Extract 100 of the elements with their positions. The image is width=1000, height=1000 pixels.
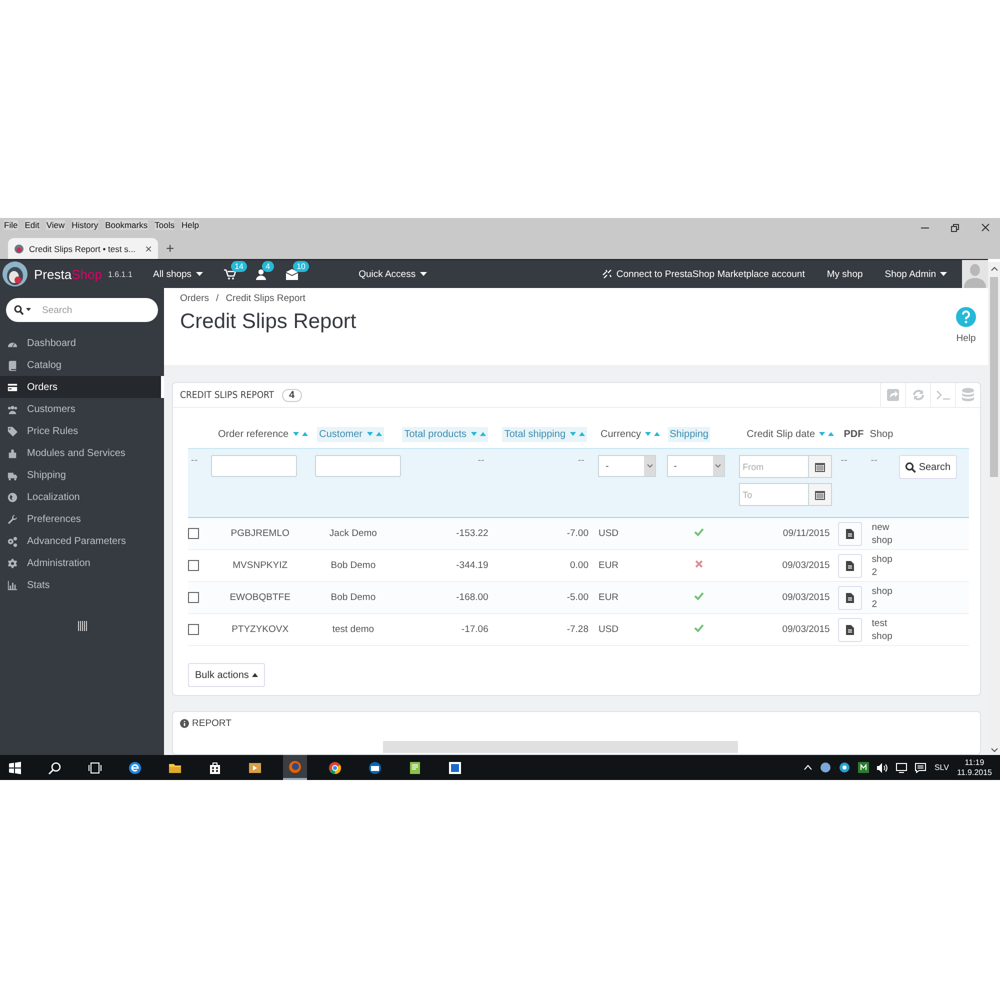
table-cell: EUR (598, 592, 619, 603)
gear-icon (7, 558, 18, 568)
bar-chart-icon (7, 580, 18, 590)
table-cell: PTYZYKOVX (232, 624, 289, 635)
breadcrumb-separator: / (216, 293, 219, 304)
breadcrumb-link[interactable]: Orders (180, 293, 210, 304)
sidebar-item[interactable]: Price Rules (0, 420, 164, 442)
search-placeholder: Search (42, 304, 72, 316)
sidebar-item[interactable]: Catalog (0, 354, 164, 376)
chevron-icon (646, 464, 653, 468)
column-header[interactable]: Credit Slip date (744, 426, 836, 442)
menu-item[interactable]: Edit (24, 220, 40, 230)
sidebar-item[interactable]: Dashboard (0, 332, 164, 354)
table-cell: Bob Demo (330, 592, 376, 603)
menu-item[interactable]: Bookmarks (105, 220, 148, 230)
pdf-button[interactable] (838, 586, 862, 610)
filter-input[interactable] (315, 455, 402, 477)
sidebar-item[interactable]: Stats (0, 574, 164, 596)
pdf-button[interactable] (838, 522, 862, 546)
globe-icon (7, 492, 18, 502)
empty-filter: -- (870, 455, 878, 466)
restore-icon[interactable] (951, 224, 959, 232)
table-cell: USD (598, 528, 619, 539)
search-icon (904, 462, 916, 472)
monitor-icon[interactable] (896, 762, 908, 772)
tab-close[interactable]: × (144, 242, 152, 256)
close-icon[interactable] (981, 223, 990, 232)
sidebar-item[interactable]: Orders (0, 376, 164, 398)
book-icon (7, 360, 18, 370)
bird-logo-icon (2, 261, 28, 287)
fox-browser-icon (288, 760, 302, 774)
filter-select[interactable]: - (598, 455, 656, 477)
table-cell: 0.00 (570, 560, 588, 571)
collapse-icon[interactable] (78, 621, 86, 631)
chrome-browser-icon (328, 760, 342, 774)
sidebar-item[interactable]: Customers (0, 398, 164, 420)
pdf-button[interactable] (838, 554, 862, 578)
table-cell: Bob Demo (330, 560, 376, 571)
filter-select[interactable]: - (666, 455, 725, 477)
bulk-actions-button[interactable]: Bulk actions (188, 663, 265, 687)
menu-item[interactable]: Tools (154, 220, 174, 230)
calendar-icon[interactable] (814, 490, 825, 500)
scroll-down-icon[interactable] (990, 748, 998, 752)
people-icon (7, 404, 18, 414)
column-header[interactable]: Currency (598, 426, 662, 442)
cart-icon[interactable] (224, 268, 236, 280)
scrollbar[interactable] (988, 262, 1000, 755)
menu-item[interactable]: Help (181, 220, 199, 230)
sidebar-item[interactable]: Administration (0, 552, 164, 574)
search-button[interactable]: Search (898, 455, 957, 479)
table-cell: Jack Demo (329, 528, 377, 539)
calendar-icon[interactable] (814, 462, 825, 472)
sidebar-item[interactable]: Advanced Parameters (0, 530, 164, 552)
minimize-icon[interactable] (921, 226, 929, 228)
menu-item[interactable]: History (72, 220, 98, 230)
row-checkbox[interactable] (188, 560, 199, 571)
table-cell: -168.00 (456, 592, 488, 603)
row-checkbox[interactable] (188, 528, 199, 539)
info-icon (180, 719, 189, 728)
page-title: Credit Slips Report (180, 310, 356, 334)
document-icon (846, 624, 854, 634)
sidebar-item[interactable]: Modules and Services (0, 442, 164, 464)
quick-access-menu[interactable]: Quick Access (348, 268, 438, 280)
table-cell: -17.06 (461, 624, 488, 635)
language-indicator[interactable]: SLV (934, 763, 949, 772)
column-header[interactable]: Shop (868, 426, 896, 442)
row-checkbox[interactable] (188, 592, 199, 603)
row-checkbox[interactable] (188, 624, 199, 635)
clock[interactable]: 11:19 11.9.2015 (957, 758, 1000, 778)
help-label[interactable]: Help (956, 333, 976, 344)
panel-title: CREDIT SLIPS REPORT (180, 390, 274, 400)
marketplace-link[interactable]: Connect to PrestaShop Marketplace account (591, 268, 816, 280)
speaker-icon[interactable] (877, 762, 888, 772)
person-icon[interactable] (254, 268, 267, 280)
my-shop-link[interactable]: My shop (816, 268, 874, 280)
menu-item[interactable]: View (46, 220, 65, 230)
tray-app-icon[interactable] (820, 762, 832, 773)
pdf-button[interactable] (838, 618, 862, 642)
column-header[interactable]: PDF (842, 426, 866, 442)
sidebar-item[interactable]: Preferences (0, 508, 164, 530)
document-icon (846, 592, 854, 602)
column-header[interactable]: Order reference (216, 426, 310, 442)
new-tab-button[interactable]: + (166, 240, 174, 256)
message-icon[interactable] (915, 762, 926, 772)
tray-app-icon[interactable] (839, 762, 850, 773)
menu-item[interactable]: File (4, 220, 18, 230)
table-cell: -153.22 (456, 528, 488, 539)
chevron-up-icon[interactable] (804, 765, 812, 770)
user-menu[interactable]: Shop Admin (874, 268, 958, 280)
tray-app-icon[interactable] (858, 762, 870, 773)
windows-logo-icon (8, 760, 22, 774)
table-cell: -344.19 (456, 560, 488, 571)
shop-selector[interactable]: All shops (142, 268, 214, 280)
sidebar-item[interactable]: Localization (0, 486, 164, 508)
table-cell: USD (598, 624, 619, 635)
scroll-up-icon[interactable] (990, 267, 998, 271)
envelope-icon[interactable] (286, 268, 298, 280)
filter-input[interactable] (211, 455, 298, 477)
browser-tab[interactable]: Credit Slips Report • test s... × (8, 238, 158, 259)
sidebar-item[interactable]: Shipping (0, 464, 164, 486)
